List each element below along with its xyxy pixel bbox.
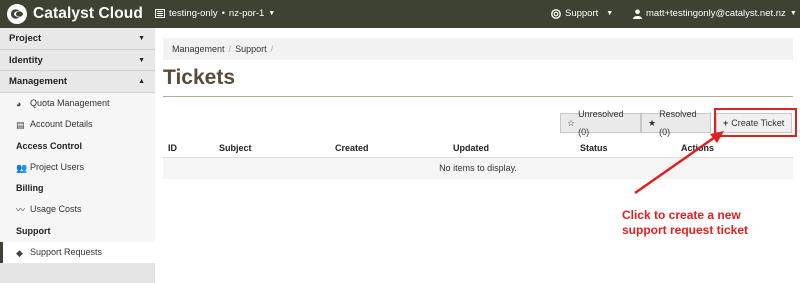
chevron-down-icon: ▼ xyxy=(789,10,797,17)
chevron-down-icon: ▼ xyxy=(138,35,145,42)
sidebar: Project ▼ Identity ▼ Management ▲ ◕ Quot… xyxy=(0,28,155,283)
sidebar-item-quota-management[interactable]: ◕ Quota Management xyxy=(0,93,155,115)
sidebar-item-support-requests[interactable]: ◆ Support Requests xyxy=(0,241,155,263)
region-name: nz-por-1 xyxy=(228,8,265,19)
sidebar-group-support: Support xyxy=(16,225,51,236)
chevron-up-icon: ▲ xyxy=(138,78,145,85)
column-header-subject[interactable]: Subject xyxy=(219,143,252,153)
star-icon: ★ xyxy=(648,118,657,128)
chevron-down-icon: ▼ xyxy=(606,10,614,17)
users-icon: 👥 xyxy=(16,162,28,173)
project-selector[interactable]: testing-only • nz-por-1 ▼ xyxy=(155,8,275,19)
annotation-line-1: Click to create a new xyxy=(622,208,741,222)
sidebar-section-management[interactable]: Management ▲ xyxy=(0,71,155,93)
lifebuoy-icon xyxy=(551,8,561,19)
column-header-id[interactable]: ID xyxy=(168,143,177,153)
pie-chart-icon: ◕ xyxy=(16,98,22,109)
sidebar-group-access-control: Access Control xyxy=(16,140,83,151)
sidebar-item-project-users[interactable]: 👥 Project Users xyxy=(0,157,155,179)
line-chart-icon: 〰 xyxy=(16,205,26,215)
breadcrumb-management[interactable]: Management xyxy=(172,44,225,54)
column-header-status[interactable]: Status xyxy=(580,143,608,153)
resolved-filter-button[interactable]: ★ Resolved (0) xyxy=(641,109,711,137)
support-menu[interactable]: Support ▼ xyxy=(551,8,613,19)
breadcrumb-support[interactable]: Support xyxy=(235,44,267,54)
chevron-down-icon: ▼ xyxy=(268,10,276,17)
page-title: Tickets xyxy=(163,66,235,89)
column-header-actions: Actions xyxy=(681,143,715,153)
sidebar-item-account-details[interactable]: ▤ Account Details xyxy=(0,114,155,136)
breadcrumb: Management / Support / xyxy=(163,38,793,60)
star-outline-icon: ☆ xyxy=(567,118,576,128)
support-menu-label: Support xyxy=(565,8,599,19)
chevron-down-icon: ▼ xyxy=(138,56,145,64)
id-card-icon: ▤ xyxy=(16,120,25,130)
sidebar-section-identity[interactable]: Identity ▼ xyxy=(0,49,155,71)
project-name: testing-only xyxy=(169,8,218,19)
top-navbar: Catalyst Cloud testing-only • nz-por-1 ▼… xyxy=(0,0,800,28)
management-panel: ◕ Quota Management ▤ Account Details Acc… xyxy=(0,92,155,263)
annotation-line-2: support request ticket xyxy=(622,223,749,237)
annotation-highlight-box xyxy=(714,108,797,137)
user-icon xyxy=(633,9,642,19)
user-menu[interactable]: matt+testingonly@catalyst.net.nz ▼ xyxy=(633,8,797,19)
project-icon xyxy=(155,9,165,18)
brand-name[interactable]: Catalyst Cloud xyxy=(33,5,143,23)
tag-icon: ◆ xyxy=(16,247,23,258)
unresolved-filter-button[interactable]: ☆ Unresolved (0) xyxy=(560,109,641,137)
title-divider xyxy=(163,96,793,97)
annotation-text: Click to create a new support request ti… xyxy=(622,208,748,238)
sidebar-section-project[interactable]: Project ▼ xyxy=(0,28,155,50)
catalyst-logo-icon[interactable] xyxy=(6,3,28,25)
table-empty-message: No items to display. xyxy=(163,158,793,179)
column-header-updated[interactable]: Updated xyxy=(453,143,489,153)
sidebar-group-billing: Billing xyxy=(16,183,44,193)
user-email: matt+testingonly@catalyst.net.nz xyxy=(646,8,786,19)
column-header-created[interactable]: Created xyxy=(335,143,369,153)
sidebar-item-usage-costs[interactable]: 〰 Usage Costs xyxy=(0,199,155,221)
tickets-table-header: ID Subject Created Updated Status Action… xyxy=(163,139,793,158)
